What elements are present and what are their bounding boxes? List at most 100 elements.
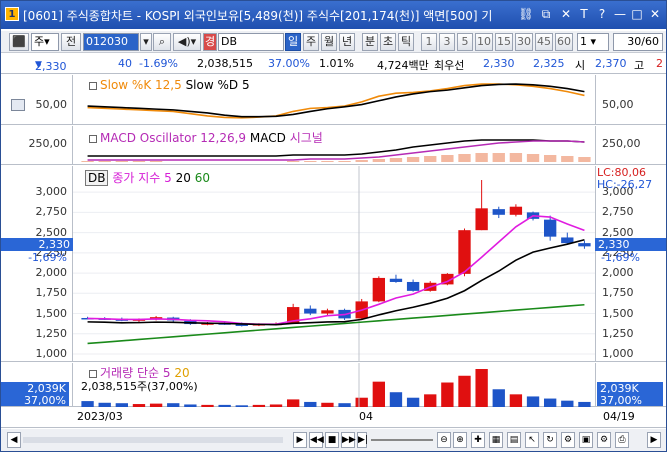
oscillator-bar [475,153,488,162]
interval-button[interactable]: 60 [555,33,573,51]
chart-type-button[interactable]: ⬛ [9,33,29,51]
window-number-badge: 1 [5,7,19,21]
status-tag: 경 [203,33,217,51]
title-bar: 1 [0601] 주식종합차트 - KOSPI 외국인보유[5,489(천)] … [1,1,666,29]
volume-bar [492,389,505,407]
volume-panel[interactable]: 거래량 단순 5 20 2,038,515주(37,00%) 2,039K 37… [1,363,666,407]
date-axis: 2023/03 04 04/19 [1,407,666,428]
stop-icon[interactable]: ■ [325,432,339,448]
scroll-track[interactable] [23,437,283,443]
volume-percent: 37.00% [268,57,310,70]
market-select[interactable]: 주▾ [31,33,59,51]
chart-window: 1 [0601] 주식종합차트 - KOSPI 외국인보유[5,489(천)] … [0,0,667,452]
oscillator-bar [578,157,591,162]
volume-bar [458,375,471,407]
text-icon[interactable]: T [576,6,592,22]
grid-icon[interactable]: ▦ [489,432,503,448]
volume-bars [81,363,591,407]
end-icon[interactable]: ▶| [357,432,368,448]
save-icon[interactable]: ▣ [579,432,593,448]
stock-name-field: DB [218,33,284,51]
oscillator-bar [132,161,146,162]
refresh-icon[interactable]: ↻ [543,432,557,448]
oscillator-bar [406,157,420,162]
candle-body [509,206,523,215]
help-icon[interactable]: ? [594,6,610,22]
period-year-button[interactable]: 년 [339,33,355,51]
oscillator-bar [149,161,163,162]
period-minute-button[interactable]: 분 [362,33,378,51]
volume-bar [441,382,454,407]
search-icon[interactable]: ⌕ [153,33,171,51]
oscillator-bar [441,155,454,162]
oscillator-bar [98,161,111,162]
oscillator-bar [492,153,505,162]
toolbar: ⬛ 주▾ 전 012030 ▾ ⌕ ◀)▾ 경 DB 일 주 월 년 분 초 틱… [1,31,666,53]
interval-button[interactable]: 10 [475,33,493,51]
volume-bar [509,394,523,407]
crosshair-icon[interactable]: ✚ [471,432,485,448]
candle-body [543,219,557,237]
link-icon[interactable]: ⛓ [518,6,534,22]
play-icon[interactable]: ▶ [293,432,307,448]
close-icon[interactable]: ✕ [647,6,663,22]
oscillator-bar [115,161,129,162]
high-label: 고 [634,59,645,72]
oscillator-bar [509,153,523,162]
interval-button[interactable]: 15 [495,33,513,51]
oscillator-bar [424,156,437,162]
candle-body [578,243,591,247]
open-label: 시 [575,59,586,72]
interval-button[interactable]: 3 [439,33,455,51]
code-dropdown-button[interactable]: ▾ [140,33,152,51]
layout-icon[interactable]: ▤ [507,432,521,448]
macd-panel[interactable]: 250,00 250,00 MACD Oscillator 12,26,9 MA… [1,126,666,165]
tools-icon[interactable]: ⚙ [561,432,575,448]
price-panel[interactable]: 3,000 2,750 2,500 2,250 2,000 1,750 1,500 1,250… [1,166,666,362]
scroll-left-icon[interactable]: ◀ [7,432,21,448]
sound-icon[interactable]: ◀)▾ [173,33,201,51]
oscillator-bar [286,161,300,162]
maximize-icon[interactable]: □ [629,6,645,22]
candle-body [372,277,386,302]
interval-button[interactable]: 30 [515,33,533,51]
period-second-button[interactable]: 초 [380,33,396,51]
date-end: 04/19 [603,410,635,423]
open-price: 2,370 [595,57,627,70]
oscillator-bar [81,161,94,162]
period-week-button[interactable]: 주 [303,33,319,51]
oscillator-bar [321,161,334,162]
cursor-icon[interactable]: ↖ [525,432,539,448]
page-counter[interactable]: 30/60 [613,33,663,51]
interval-button[interactable]: 5 [457,33,473,51]
oscillator-bar [372,159,386,162]
copy-window-icon[interactable]: ⧉ [538,6,554,22]
forward-icon[interactable]: ▶▶ [341,432,356,448]
trade-amount: 4,724백만 [377,59,429,72]
stock-code-input[interactable]: 012030 [83,33,139,51]
volume-value: 2,038,515 [197,57,253,70]
count-select[interactable]: 1 ▾ [577,33,609,51]
stochastic-panel[interactable]: 50,00 50,00 Slow %K 12,5 Slow %D 5 [1,75,666,125]
volume-bar [389,392,403,407]
interval-button[interactable]: 45 [535,33,553,51]
slow-d-line [87,83,585,118]
period-month-button[interactable]: 월 [321,33,337,51]
settings-icon[interactable]: ⚙ [597,432,611,448]
period-day-button[interactable]: 일 [285,33,301,51]
zoom-slider[interactable] [371,439,433,441]
zoom-in-icon[interactable]: ⊕ [453,432,467,448]
change-percent: -1.69% [139,57,178,70]
period-tick-button[interactable]: 틱 [398,33,414,51]
zoom-out-icon[interactable]: ⊖ [437,432,451,448]
pin-icon[interactable]: ✕ [558,6,574,22]
scroll-right-icon[interactable]: ▶ [647,432,661,448]
volume-bar [424,394,437,407]
prev-item-button[interactable]: 전 [61,33,81,51]
volume-bar [372,381,386,407]
date-mid: 04 [359,410,373,423]
rewind-icon[interactable]: ◀◀ [309,432,324,448]
interval-button[interactable]: 1 [421,33,437,51]
print-icon[interactable]: ⎙ [615,432,629,448]
minimize-icon[interactable]: — [612,6,628,22]
